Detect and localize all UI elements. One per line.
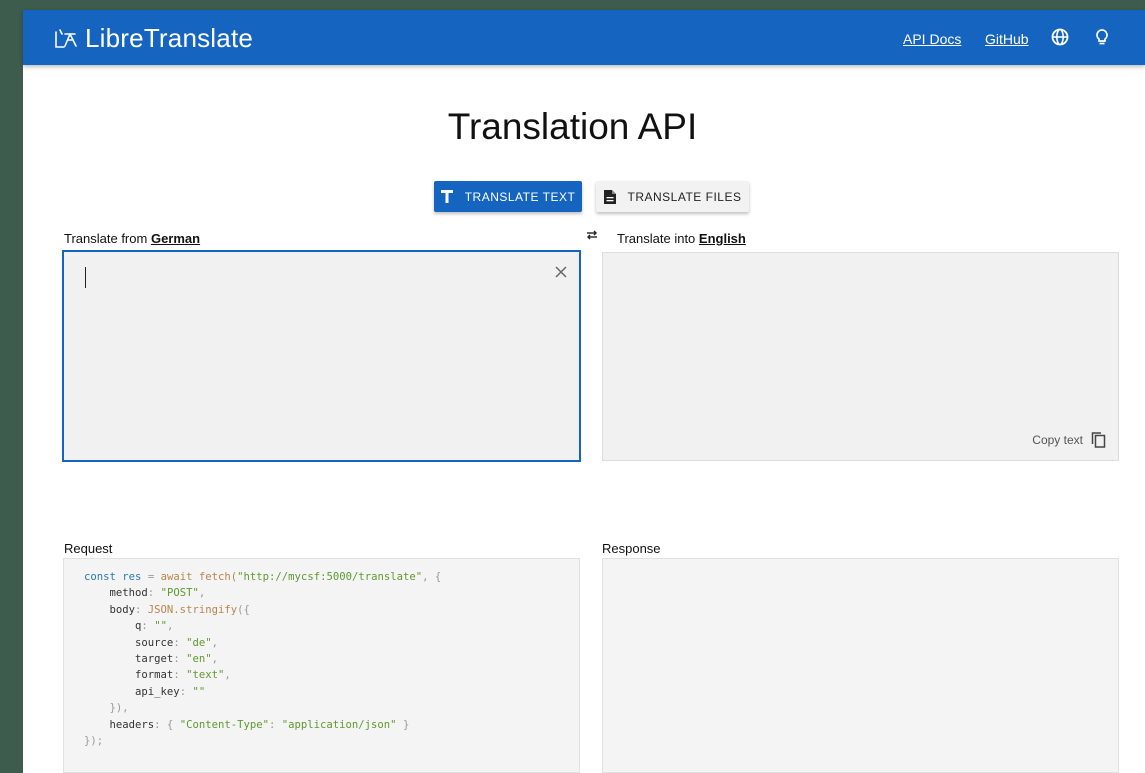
- copy-text-label: Copy text: [1032, 433, 1083, 447]
- source-language-selector[interactable]: German: [151, 231, 200, 246]
- translate-files-button[interactable]: TRANSLATE FILES: [596, 181, 749, 212]
- navbar: LibreTranslate API Docs GitHub: [23, 10, 1145, 65]
- api-docs-link[interactable]: API Docs: [903, 31, 961, 47]
- page-title: Translation API: [447, 106, 698, 147]
- text-caret: [85, 267, 86, 288]
- target-label-prefix: Translate into: [617, 231, 696, 246]
- source-language-label: Translate from German: [64, 231, 200, 246]
- brand-name: LibreTranslate: [85, 23, 254, 53]
- globe-icon[interactable]: [1050, 27, 1070, 47]
- response-label: Response: [602, 541, 661, 556]
- swap-languages-icon[interactable]: [584, 228, 600, 242]
- top-window-strip: [23, 0, 1145, 10]
- github-link[interactable]: GitHub: [985, 31, 1029, 47]
- text-icon: [440, 190, 453, 203]
- request-label: Request: [64, 541, 113, 556]
- lightbulb-icon[interactable]: [1092, 27, 1112, 47]
- file-icon: [603, 189, 616, 204]
- translated-text-output: Copy text: [602, 252, 1119, 461]
- copy-text-button[interactable]: Copy text: [1032, 432, 1106, 448]
- source-text-input[interactable]: [63, 251, 580, 461]
- translate-files-label: TRANSLATE FILES: [627, 189, 742, 204]
- request-code: const res = await fetch("http://mycsf:50…: [84, 571, 442, 748]
- translate-text-label: TRANSLATE TEXT: [464, 189, 576, 204]
- response-code-block: [602, 558, 1119, 773]
- target-language-selector[interactable]: English: [699, 231, 746, 246]
- request-code-block: const res = await fetch("http://mycsf:50…: [63, 558, 580, 773]
- copy-icon: [1091, 432, 1106, 448]
- translate-text-button[interactable]: TRANSLATE TEXT: [434, 181, 582, 212]
- close-icon[interactable]: [553, 264, 569, 280]
- libretranslate-logo-icon: [55, 28, 77, 48]
- target-language-label: Translate into English: [617, 231, 746, 246]
- source-label-prefix: Translate from: [64, 231, 148, 246]
- brand[interactable]: LibreTranslate: [53, 23, 253, 54]
